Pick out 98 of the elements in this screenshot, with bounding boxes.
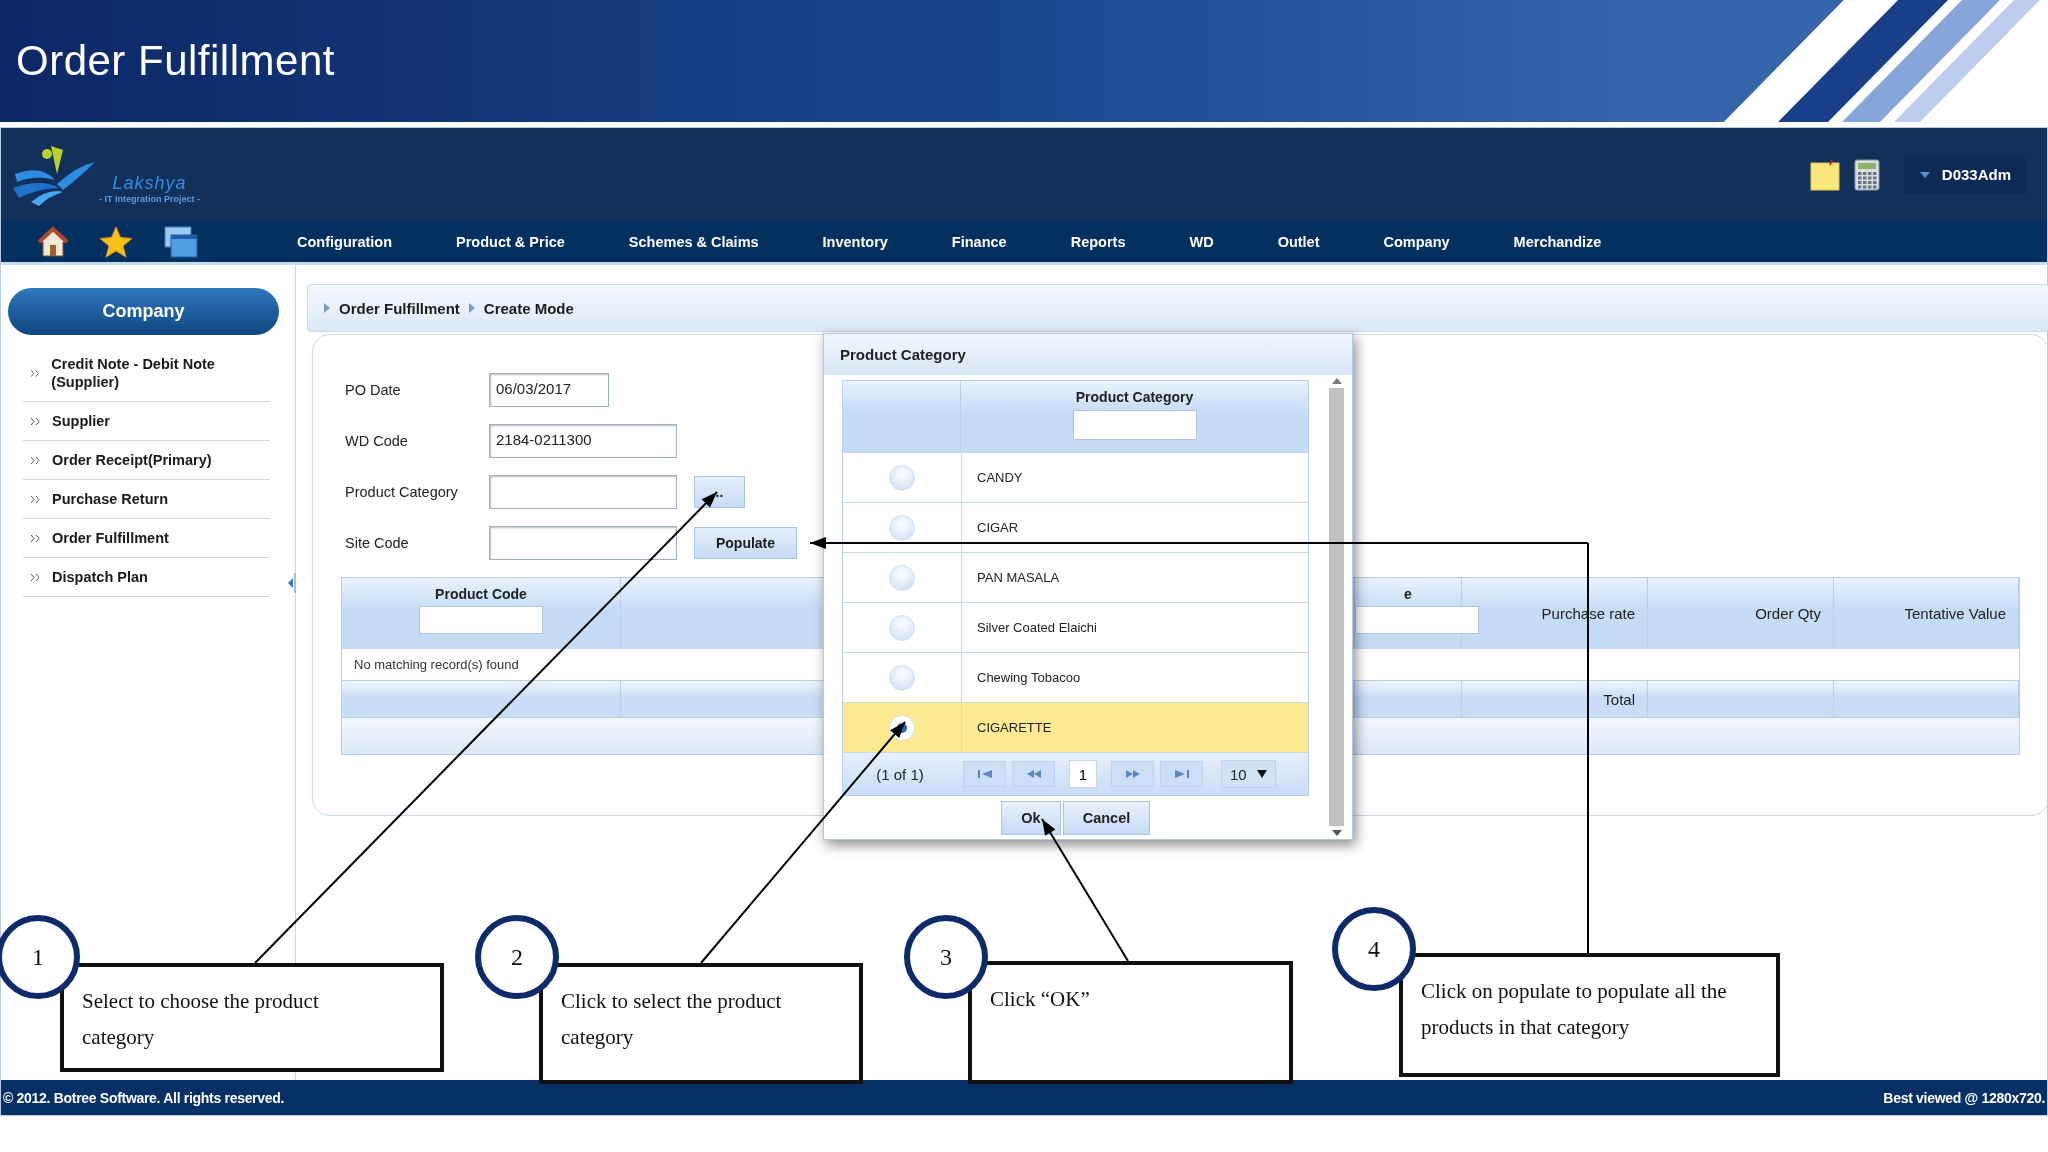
page-status: (1 of 1) (875, 765, 925, 783)
column-header: Product Category (1075, 389, 1194, 405)
category-row[interactable]: PAN MASALA (843, 552, 1308, 602)
calculator-icon[interactable] (1853, 158, 1880, 191)
empty-message: No matching record(s) found (354, 657, 519, 672)
menu-link[interactable]: Purchase Return (52, 490, 169, 508)
lookup-button[interactable]: .. (694, 476, 745, 508)
step-badge: 3 (904, 915, 988, 999)
nav-menu-item[interactable]: Finance (951, 233, 1007, 250)
previous-page-button[interactable] (1012, 761, 1055, 787)
first-page-icon (977, 770, 992, 778)
slide-title: Order Fulfillment (16, 37, 336, 85)
first-page-button[interactable] (963, 761, 1006, 787)
menu-link[interactable]: Order Fulfillment (52, 529, 169, 547)
category-row[interactable]: Silver Coated Elaichi (843, 602, 1308, 652)
cancel-button[interactable]: Cancel (1063, 801, 1150, 835)
next-page-button[interactable] (1111, 761, 1154, 787)
next-page-icon (1125, 770, 1140, 778)
category-row[interactable]: CIGARETTE (843, 702, 1308, 752)
user-menu-button[interactable]: D033Adm (1903, 155, 2025, 194)
resolution-note: Best viewed @ 1280x720. (1883, 1089, 2045, 1106)
field-label: PO Date (345, 382, 402, 398)
radio-button[interactable] (889, 464, 915, 491)
field-label: WD Code (345, 433, 409, 449)
last-page-icon (1174, 770, 1189, 778)
logo-tagline: - IT Integration Project - (99, 193, 200, 204)
category-row[interactable]: Chewing Tobacoo (843, 652, 1308, 702)
nav-menu-item[interactable]: Outlet (1277, 233, 1320, 250)
chevron-icon (31, 573, 40, 581)
text-field[interactable] (489, 475, 677, 509)
nav-menu-item[interactable]: Merchandize (1513, 233, 1602, 250)
chevron-icon (31, 369, 40, 377)
category-row[interactable]: CANDY (843, 452, 1308, 502)
ok-button[interactable]: Ok (1001, 801, 1061, 835)
page-field[interactable]: 1 (1069, 760, 1097, 788)
sticky-note-icon[interactable] (1809, 158, 1840, 191)
callout-text: Click to select the product category (561, 988, 783, 1051)
chevron-icon (31, 495, 40, 503)
column-header: e (1404, 586, 1412, 602)
caret-icon (1919, 171, 1930, 178)
chevron-icon (31, 417, 40, 425)
previous-page-icon (1026, 770, 1041, 778)
radio-button[interactable] (889, 664, 915, 691)
radio-button[interactable] (889, 614, 915, 641)
nav-menu-item[interactable]: Configuration (297, 233, 393, 250)
triangle-icon (324, 303, 330, 313)
caret-icon (1256, 770, 1267, 778)
step-badge: 1 (0, 915, 80, 999)
home-icon[interactable] (37, 225, 69, 258)
scroll-up-icon[interactable] (1331, 378, 1342, 384)
page-size-select[interactable]: 10 (1221, 760, 1276, 788)
menu-link[interactable]: Supplier (52, 412, 110, 430)
populate-button[interactable]: Populate (694, 527, 797, 559)
step-badge: 4 (1332, 907, 1416, 991)
logo-icon (11, 143, 97, 206)
field-label: Product Category (345, 484, 459, 500)
category-row[interactable]: CIGAR (843, 502, 1308, 552)
text-field[interactable]: 2184-0211300 (489, 424, 677, 458)
filter-field[interactable] (1355, 606, 1479, 634)
radio-button[interactable] (889, 514, 915, 541)
callout-text: Click “OK” (990, 986, 1091, 1013)
date-field[interactable]: 06/03/2017 (489, 373, 609, 407)
callout-text: Click on populate to populate all the products in that category (1421, 978, 1728, 1041)
menu-link[interactable]: Dispatch Plan (52, 568, 148, 586)
field-label: Site Code (345, 535, 410, 551)
section-button[interactable]: Company (8, 288, 279, 335)
menu-link[interactable]: Credit Note - Debit Note (Supplier) (51, 355, 270, 391)
nav-menu-item[interactable]: Inventory (822, 233, 888, 250)
text-field[interactable] (489, 526, 677, 560)
total-label: Total (1603, 690, 1635, 708)
step-badge: 2 (475, 915, 559, 999)
scrollbar[interactable] (1326, 375, 1347, 839)
filter-field[interactable] (1072, 410, 1197, 440)
breadcrumb-link[interactable]: Order Fulfillment (339, 299, 460, 317)
breadcrumb-link[interactable]: Create Mode (483, 299, 574, 317)
logo-name: Lakshya (112, 172, 187, 194)
nav-menu-item[interactable]: Schemes & Claims (628, 233, 759, 250)
column-header: Product Code (435, 586, 527, 602)
nav-menu-item[interactable]: Company (1383, 233, 1450, 250)
chevron-icon (31, 456, 40, 464)
radio-button[interactable] (889, 564, 915, 591)
callout-text: Select to choose the product category (82, 988, 320, 1051)
last-page-button[interactable] (1160, 761, 1203, 787)
nav-menu-item[interactable]: Product & Price (456, 233, 565, 250)
collapse-icon[interactable] (288, 573, 296, 593)
triangle-icon (468, 303, 475, 313)
nav-menu-item[interactable]: WD (1189, 233, 1214, 250)
chevron-icon (31, 534, 40, 542)
column-header: Tentative Value (1904, 604, 2006, 622)
nav-menu-item[interactable]: Reports (1070, 233, 1126, 250)
star-icon[interactable] (99, 225, 133, 258)
filter-field[interactable] (419, 606, 543, 634)
scroll-down-icon[interactable] (1331, 830, 1342, 836)
copyright-text: © 2012. Botree Software. All rights reserved. (3, 1089, 285, 1106)
windows-icon[interactable] (163, 224, 199, 259)
column-header: Order Qty (1755, 604, 1821, 622)
menu-link[interactable]: Order Receipt(Primary) (52, 451, 212, 469)
dialog-title: Product Category (824, 334, 1352, 375)
